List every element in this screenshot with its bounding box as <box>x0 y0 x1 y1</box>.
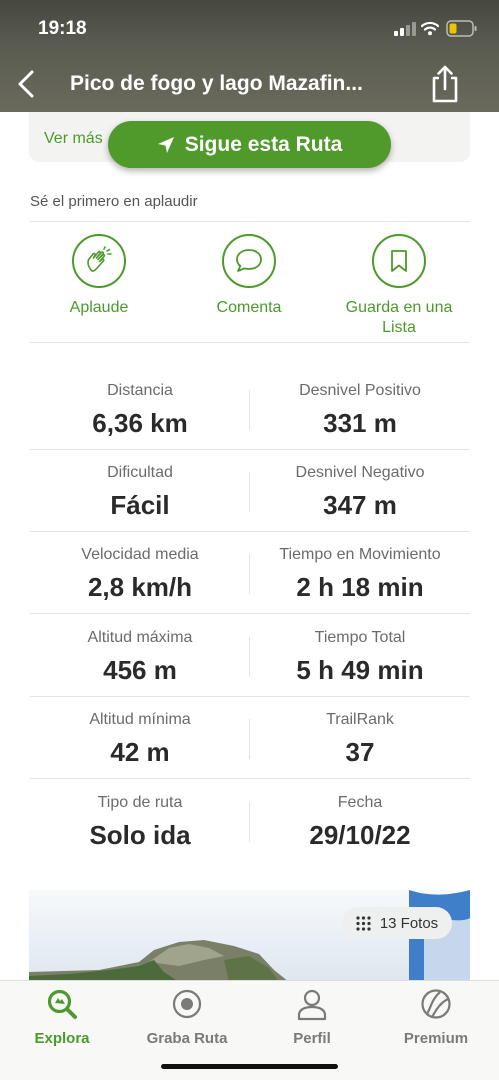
follow-route-button[interactable]: Sigue esta Ruta <box>108 121 391 168</box>
stats-row: Distancia 6,36 km Desnivel Positivo 331 … <box>30 368 470 450</box>
follow-route-label: Sigue esta Ruta <box>184 132 343 156</box>
divider <box>30 342 470 343</box>
stat-min-altitude: Altitud mínima 42 m <box>30 697 250 768</box>
stat-value: Fácil <box>110 490 170 520</box>
premium-ball-icon <box>421 989 451 1019</box>
stat-trailrank: TrailRank 37 <box>250 697 470 768</box>
comment-button[interactable]: Comenta <box>179 234 319 318</box>
stat-route-type: Tipo de ruta Solo ida <box>30 780 250 851</box>
share-icon[interactable] <box>428 64 462 104</box>
comment-bubble-icon <box>236 249 262 272</box>
ver-mas-link[interactable]: Ver más <box>44 130 103 148</box>
tab-label: Premium <box>403 1030 469 1047</box>
back-button[interactable] <box>14 66 38 102</box>
top-bar: 19:18 Pico de fogo y lago Mazafin... <box>0 0 499 112</box>
photos-count-label: 13 Fotos <box>379 914 439 932</box>
status-bar: 19:18 <box>0 0 499 58</box>
stat-value: 37 <box>345 737 375 767</box>
save-to-list-button[interactable]: Guarda en una Lista <box>329 234 469 338</box>
grid-icon <box>356 915 371 931</box>
stat-average-speed: Velocidad media 2,8 km/h <box>30 532 250 603</box>
stat-value: 331 m <box>323 408 397 438</box>
tab-graba-ruta[interactable]: Graba Ruta <box>125 987 249 1047</box>
stats-row: Dificultad Fácil Desnivel Negativo 347 m <box>30 450 470 532</box>
clapping-hands-icon <box>87 246 112 272</box>
stat-label: Desnivel Negativo <box>295 464 425 481</box>
tab-label: Graba Ruta <box>146 1030 228 1047</box>
stat-distance: Distancia 6,36 km <box>30 368 250 439</box>
stat-label: Tiempo en Movimiento <box>279 546 441 563</box>
stat-max-altitude: Altitud máxima 456 m <box>30 615 250 686</box>
stats-row: Altitud mínima 42 m TrailRank 37 <box>30 697 470 779</box>
tab-explora[interactable]: Explora <box>0 987 124 1047</box>
stat-value: 42 m <box>110 737 170 767</box>
record-icon <box>172 989 202 1019</box>
stat-moving-time: Tiempo en Movimiento 2 h 18 min <box>250 532 470 603</box>
stat-label: Dificultad <box>107 464 173 481</box>
status-time: 19:18 <box>38 18 87 39</box>
stat-value: 5 h 49 min <box>296 655 424 685</box>
cellular-signal-icon <box>394 22 416 36</box>
tab-label: Perfil <box>293 1030 331 1047</box>
navigation-arrow-icon <box>157 136 174 153</box>
stat-label: Altitud mínima <box>89 711 191 728</box>
stat-label: Desnivel Positivo <box>299 382 421 399</box>
bookmark-icon <box>391 250 407 272</box>
tab-perfil[interactable]: Perfil <box>250 987 374 1047</box>
battery-icon <box>446 20 477 37</box>
wifi-icon <box>421 21 439 36</box>
comment-label: Comenta <box>216 299 282 316</box>
stat-value: 6,36 km <box>92 408 188 438</box>
stat-label: Distancia <box>107 382 173 399</box>
applause-prompt: Sé el primero en aplaudir <box>30 193 198 210</box>
stat-difficulty: Dificultad Fácil <box>30 450 250 521</box>
person-icon <box>297 989 327 1021</box>
search-icon <box>47 989 77 1019</box>
stats-row: Tipo de ruta Solo ida Fecha 29/10/22 <box>30 780 470 862</box>
stat-label: TrailRank <box>326 711 394 728</box>
photos-count-button[interactable]: 13 Fotos <box>342 907 452 939</box>
applaud-label: Aplaude <box>69 299 129 316</box>
stat-total-time: Tiempo Total 5 h 49 min <box>250 615 470 686</box>
applaud-button[interactable]: Aplaude <box>29 234 169 318</box>
page-title: Pico de fogo y lago Mazafin... <box>70 72 363 95</box>
stats-row: Velocidad media 2,8 km/h Tiempo en Movim… <box>30 532 470 614</box>
stats-row: Altitud máxima 456 m Tiempo Total 5 h 49… <box>30 615 470 697</box>
stat-label: Velocidad media <box>81 546 199 563</box>
stat-label: Tiempo Total <box>314 629 406 646</box>
stat-value: 2,8 km/h <box>87 572 193 602</box>
stat-value: 29/10/22 <box>309 820 411 850</box>
home-indicator[interactable] <box>161 1064 338 1069</box>
stat-elevation-loss: Desnivel Negativo 347 m <box>250 450 470 521</box>
tab-premium[interactable]: Premium <box>374 987 498 1047</box>
stat-value: 2 h 18 min <box>296 572 424 602</box>
stat-value: Solo ida <box>89 820 191 850</box>
save-to-list-label: Guarda en una Lista <box>345 299 453 336</box>
stat-value: 347 m <box>323 490 397 520</box>
divider <box>30 221 470 222</box>
stat-label: Fecha <box>337 794 383 811</box>
stat-date: Fecha 29/10/22 <box>250 780 470 851</box>
tab-label: Explora <box>34 1030 90 1047</box>
stat-label: Altitud máxima <box>87 629 193 646</box>
stat-label: Tipo de ruta <box>97 794 183 811</box>
stat-elevation-gain: Desnivel Positivo 331 m <box>250 368 470 439</box>
stat-value: 456 m <box>103 655 177 685</box>
